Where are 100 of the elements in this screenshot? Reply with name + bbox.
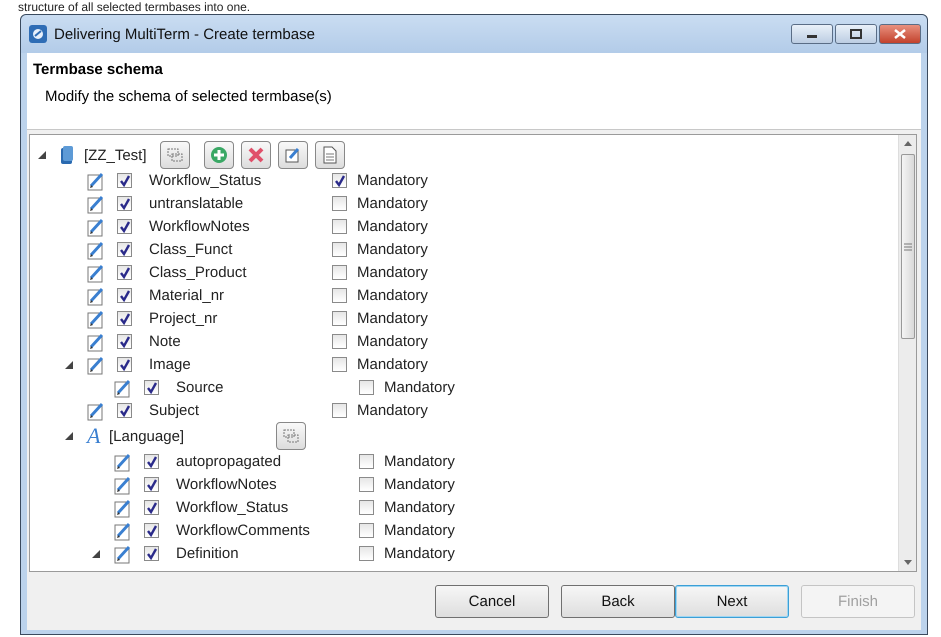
field-checkbox[interactable]: [117, 242, 132, 257]
language-label: [Language]: [109, 428, 186, 444]
mandatory-label: Mandatory: [357, 287, 428, 304]
page-title: Termbase schema: [33, 61, 164, 78]
mandatory-checkbox[interactable]: [332, 357, 347, 372]
field-name: Class_Product: [149, 264, 248, 281]
mandatory-checkbox[interactable]: [359, 454, 374, 469]
field-checkbox[interactable]: [117, 196, 132, 211]
collapse-arrow-icon[interactable]: [38, 151, 46, 159]
mandatory-checkbox[interactable]: [332, 403, 347, 418]
add-button[interactable]: [204, 141, 234, 169]
field-checkbox[interactable]: [144, 477, 159, 492]
termbase-label: [ZZ_Test]: [84, 146, 147, 164]
language-icon: A: [87, 423, 107, 449]
field-name: WorkflowNotes: [149, 218, 251, 235]
field-name: Subject: [149, 402, 200, 419]
collapse-arrow-icon[interactable]: [92, 550, 100, 558]
mandatory-label: Mandatory: [357, 310, 428, 327]
field-name: autopropagated: [176, 453, 282, 470]
field-name: WorkflowNotes: [176, 476, 278, 493]
cross-icon: [248, 147, 264, 163]
field-checkbox[interactable]: [117, 219, 132, 234]
field-checkbox[interactable]: [117, 288, 132, 303]
field-checkbox[interactable]: [144, 500, 159, 515]
document-button[interactable]: [314, 141, 345, 169]
vertical-scrollbar[interactable]: [898, 135, 916, 571]
mandatory-label: Mandatory: [384, 545, 455, 562]
window-title: Delivering MultiTerm - Create termbase: [54, 26, 315, 42]
field-checkbox[interactable]: [144, 380, 159, 395]
field-checkbox[interactable]: [144, 523, 159, 538]
dashed-frames-icon: [283, 429, 299, 443]
collapse-arrow-icon[interactable]: [65, 432, 73, 440]
mandatory-checkbox[interactable]: [359, 477, 374, 492]
field-name: Class_Funct: [149, 241, 234, 258]
mandatory-label: Mandatory: [384, 379, 455, 396]
mandatory-checkbox[interactable]: [332, 311, 347, 326]
mandatory-label: Mandatory: [357, 195, 428, 212]
mandatory-label: Mandatory: [357, 402, 428, 419]
wizard-button[interactable]: Back: [561, 584, 675, 618]
field-name: Project_nr: [149, 310, 218, 327]
maximize-button[interactable]: [835, 24, 877, 44]
layout-button[interactable]: [160, 141, 190, 169]
document-icon: [322, 146, 337, 164]
mandatory-checkbox[interactable]: [332, 242, 347, 257]
dashed-frames-icon: [166, 148, 183, 162]
mandatory-label: Mandatory: [384, 476, 455, 493]
scroll-up-icon[interactable]: [904, 141, 912, 146]
mandatory-label: Mandatory: [384, 453, 455, 470]
mandatory-label: Mandatory: [357, 218, 428, 235]
field-checkbox[interactable]: [117, 173, 132, 188]
wizard-button[interactable]: Next: [675, 584, 789, 618]
field-checkbox[interactable]: [144, 546, 159, 561]
mandatory-checkbox[interactable]: [332, 288, 347, 303]
close-icon: [894, 29, 906, 39]
edit-button[interactable]: [278, 141, 308, 169]
field-checkbox[interactable]: [117, 311, 132, 326]
close-button[interactable]: [879, 24, 921, 44]
minimize-button[interactable]: [791, 24, 833, 44]
wizard-button[interactable]: Cancel: [435, 584, 549, 618]
field-checkbox[interactable]: [117, 265, 132, 280]
field-name: Workflow_Status: [149, 172, 262, 189]
delete-button[interactable]: [240, 141, 271, 169]
mandatory-checkbox[interactable]: [359, 546, 374, 561]
collapse-arrow-icon[interactable]: [65, 360, 73, 368]
pencil-icon: [284, 146, 302, 164]
mandatory-checkbox[interactable]: [332, 265, 347, 280]
background-text: structure of all selected termbases into one.: [18, 0, 252, 14]
page-subtitle: Modify the schema of selected termbase(s): [45, 88, 333, 105]
mandatory-checkbox[interactable]: [359, 523, 374, 538]
mandatory-checkbox[interactable]: [332, 196, 347, 211]
field-checkbox[interactable]: [144, 454, 159, 469]
mandatory-checkbox[interactable]: [359, 500, 374, 515]
mandatory-label: Mandatory: [357, 172, 428, 189]
field-name: Workflow_Status: [176, 499, 290, 516]
book-icon: [60, 145, 74, 165]
mandatory-label: Mandatory: [384, 499, 455, 516]
app-icon: [29, 25, 47, 43]
mandatory-checkbox[interactable]: [332, 334, 347, 349]
plus-icon: [210, 146, 228, 164]
field-checkbox[interactable]: [117, 334, 132, 349]
mandatory-label: Mandatory: [357, 264, 428, 281]
field-name: Image: [149, 356, 192, 373]
mandatory-label: Mandatory: [357, 333, 428, 350]
mandatory-checkbox[interactable]: [359, 380, 374, 395]
scroll-thumb[interactable]: [900, 154, 914, 339]
grip-icon: [904, 242, 912, 250]
field-name: Material_nr: [149, 287, 226, 304]
mandatory-checkbox[interactable]: [332, 173, 347, 188]
mandatory-label: Mandatory: [384, 522, 455, 539]
field-checkbox[interactable]: [117, 357, 132, 372]
field-name: Note: [149, 333, 182, 350]
field-name: Source: [176, 379, 225, 396]
mandatory-label: Mandatory: [357, 356, 428, 373]
layout-button[interactable]: [276, 422, 306, 450]
maximize-icon: [850, 29, 862, 39]
field-checkbox[interactable]: [117, 403, 132, 418]
mandatory-checkbox[interactable]: [332, 219, 347, 234]
scroll-down-icon[interactable]: [904, 560, 912, 565]
field-name: WorkflowComments: [176, 522, 311, 539]
field-name: Definition: [176, 545, 240, 562]
